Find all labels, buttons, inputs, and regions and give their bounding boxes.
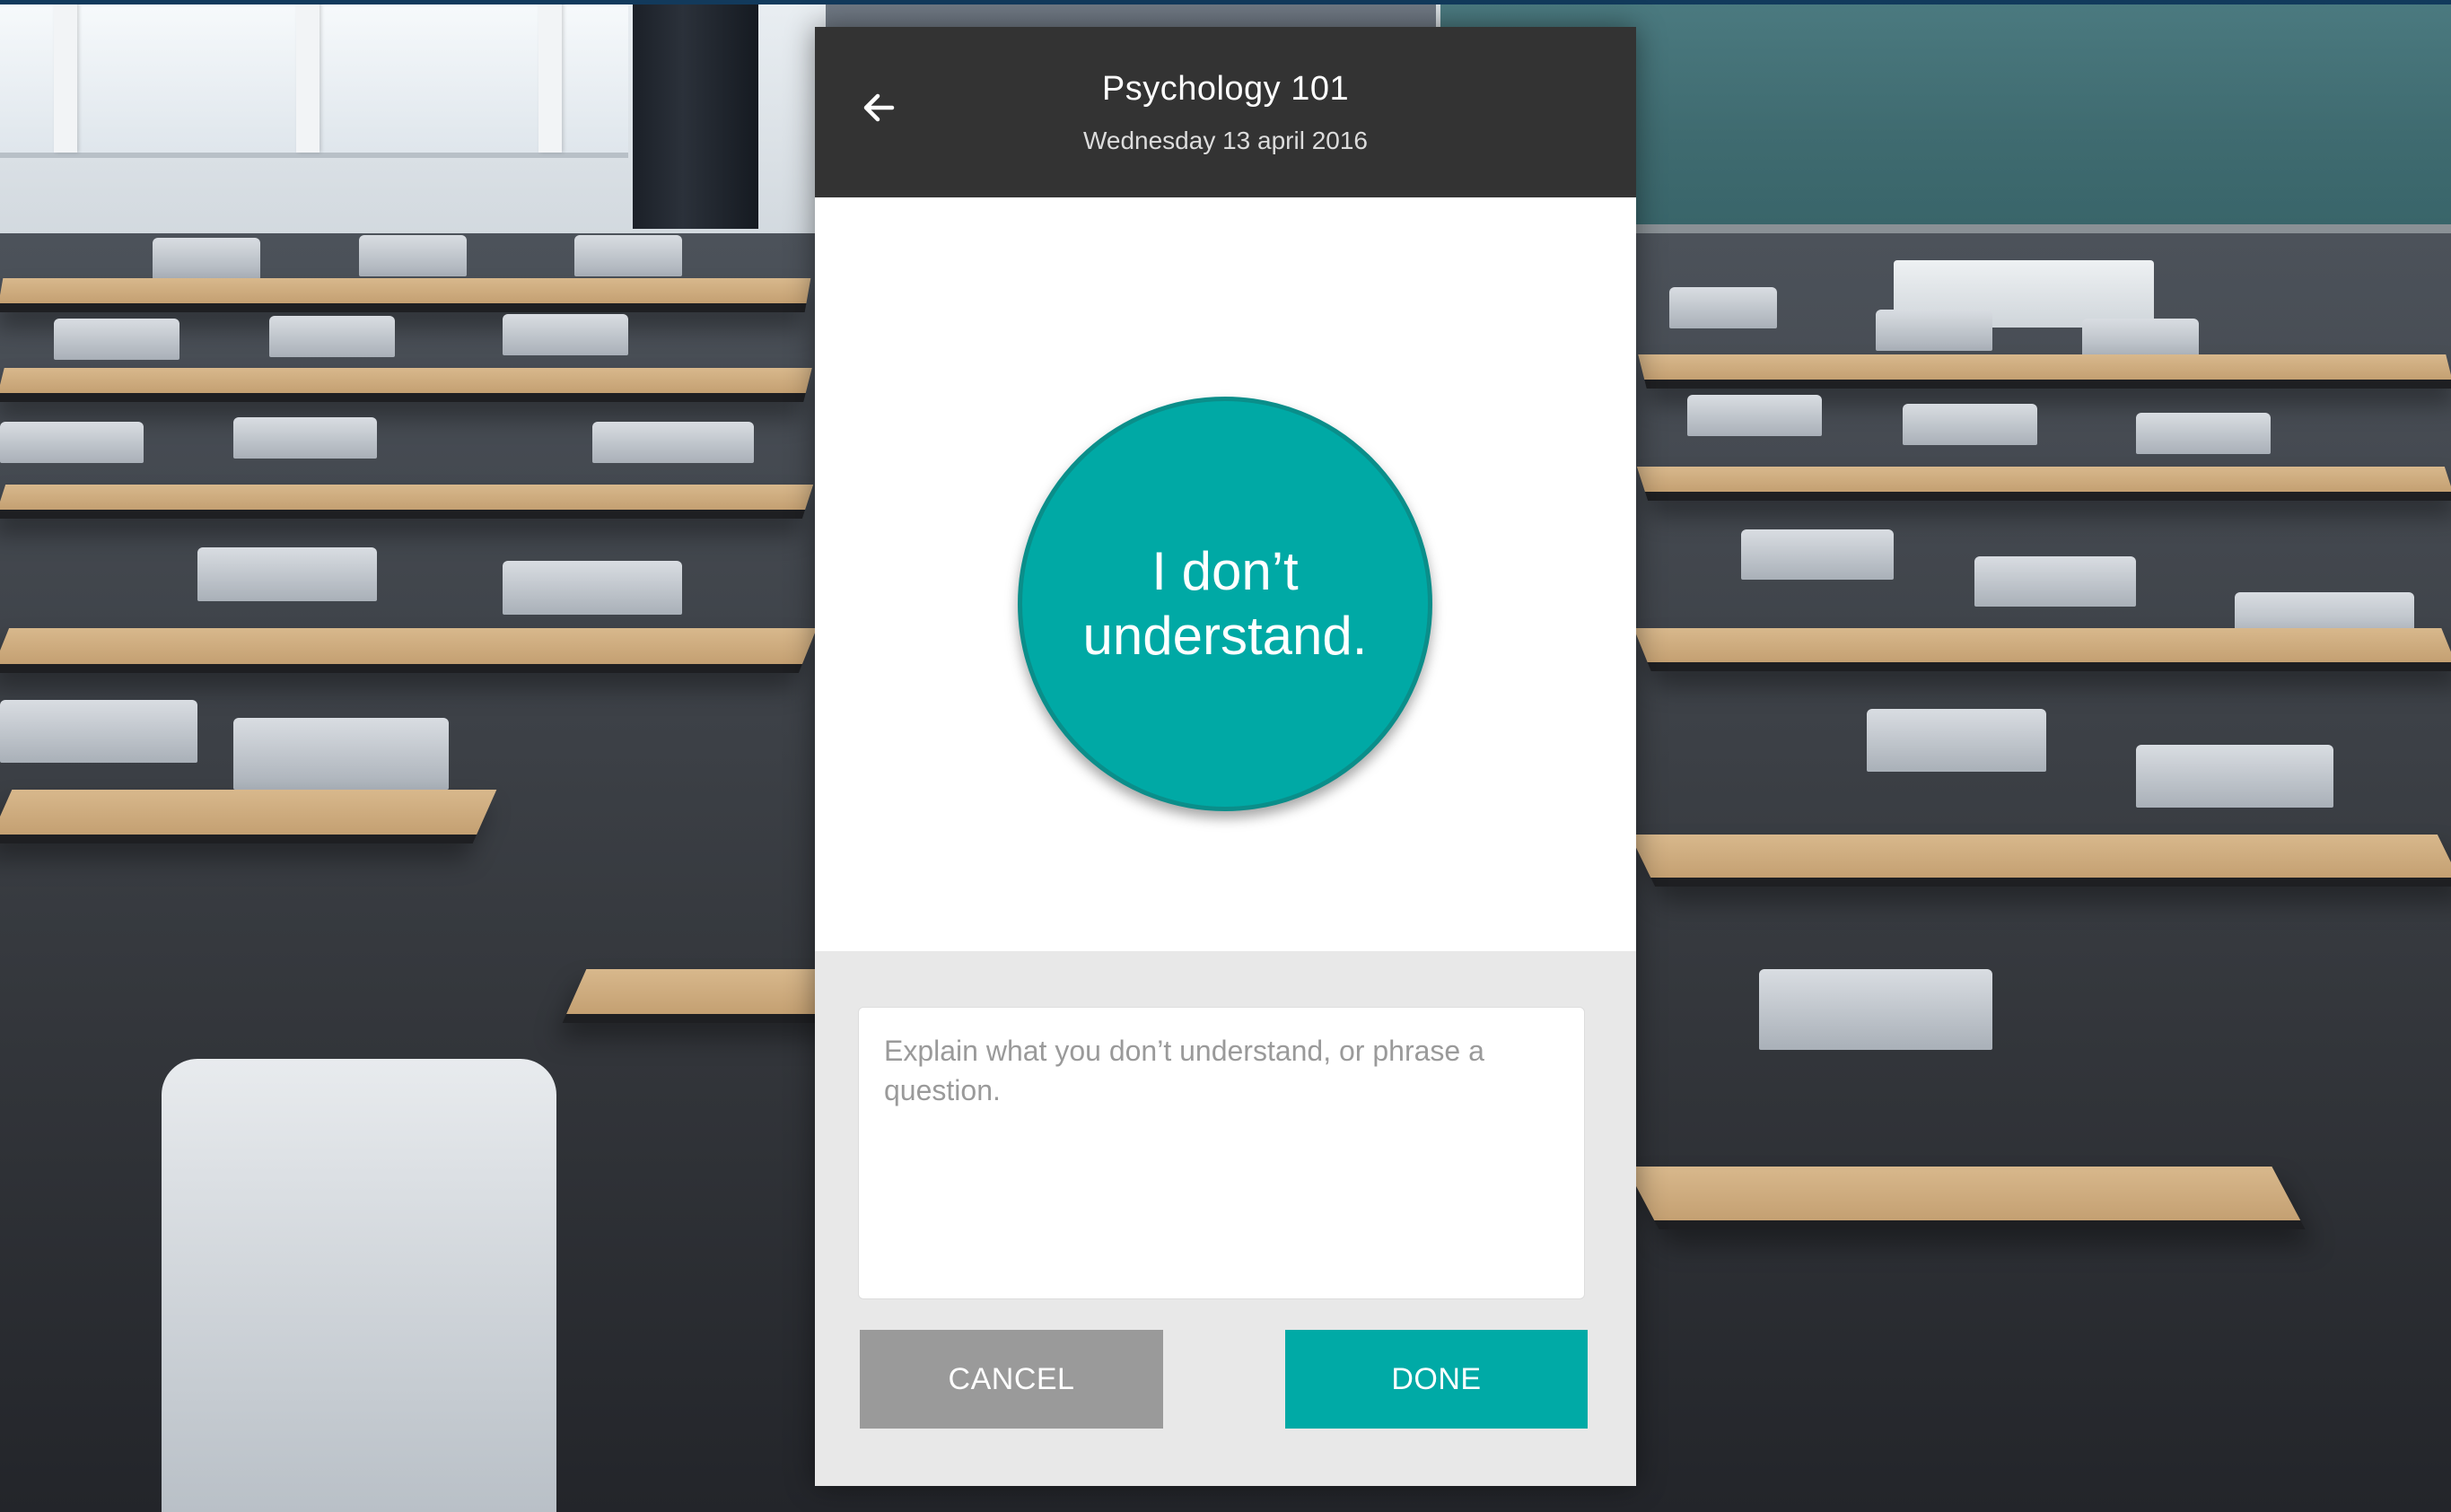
desk — [0, 368, 812, 402]
app-header: Psychology 101 Wednesday 13 april 2016 — [815, 27, 1636, 197]
desk — [0, 485, 814, 519]
curtain — [633, 0, 758, 229]
desk — [1636, 467, 2451, 501]
desk — [562, 969, 856, 1023]
desk — [1633, 628, 2451, 671]
done-button[interactable]: DONE — [1285, 1330, 1588, 1429]
desk — [0, 278, 811, 312]
desk — [0, 628, 818, 673]
dont-understand-button[interactable]: I don’t understand. — [1018, 397, 1432, 811]
cancel-button[interactable]: CANCEL — [860, 1330, 1163, 1429]
window — [0, 0, 628, 158]
top-edge-strip — [0, 0, 2451, 4]
reaction-area: I don’t understand. — [815, 197, 1636, 978]
dont-understand-label: I don’t understand. — [1082, 541, 1368, 666]
feedback-card: Psychology 101 Wednesday 13 april 2016 I… — [815, 27, 1636, 1486]
desk — [1638, 354, 2451, 389]
desk — [0, 790, 497, 843]
course-title: Psychology 101 — [1101, 70, 1350, 108]
question-panel: CANCEL DONE — [815, 951, 1636, 1486]
lecture-date: Wednesday 13 april 2016 — [1082, 127, 1369, 154]
desk — [1625, 1167, 2306, 1229]
desk — [1629, 835, 2451, 887]
question-field-container — [858, 1007, 1585, 1299]
question-input[interactable] — [859, 1008, 1584, 1298]
